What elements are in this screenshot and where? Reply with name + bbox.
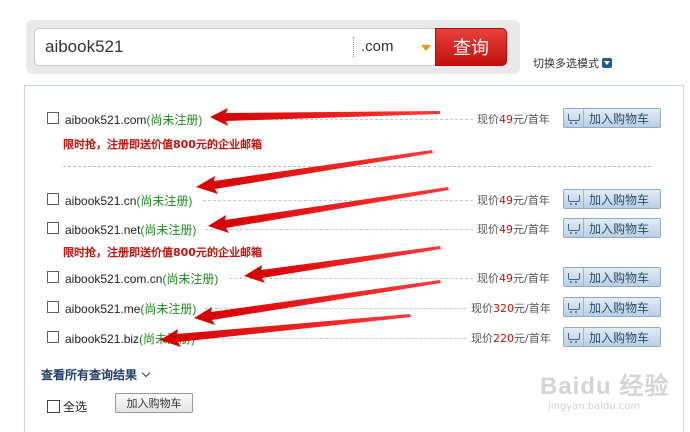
price: 现价49元/首年	[477, 223, 550, 236]
price: 现价220元/首年	[471, 332, 551, 345]
leader-dots	[215, 119, 473, 120]
select-checkbox[interactable]	[47, 271, 59, 283]
select-checkbox[interactable]	[47, 112, 59, 124]
add-to-cart-button[interactable]: 加入购物车	[563, 267, 661, 287]
status-badge: (尚未注册)	[136, 194, 193, 208]
cart-icon	[564, 328, 584, 346]
select-all-label: 全选	[63, 400, 88, 414]
tld-separator	[353, 37, 354, 57]
chevron-down-icon	[141, 368, 151, 377]
result-row-cn: aibook521.cn(尚未注册) 现价49元/首年 加入购物车	[25, 189, 685, 211]
status-badge: (尚未注册)	[139, 332, 196, 346]
price: 现价49元/首年	[477, 113, 550, 126]
result-row-com: aibook521.com(尚未注册) 现价49元/首年 加入购物车	[25, 108, 685, 130]
search-button[interactable]: 查询	[435, 28, 507, 66]
cart-icon	[564, 298, 584, 316]
cart-icon	[564, 268, 584, 286]
leader-dots	[201, 338, 467, 339]
result-row-me: aibook521.me(尚未注册) 现价320元/首年 加入购物车	[25, 297, 685, 319]
search-input[interactable]	[45, 35, 345, 59]
leader-dots	[229, 278, 473, 279]
promo-text: 限时抢，注册即送价值800元的企业邮箱	[63, 246, 262, 259]
price: 现价320元/首年	[471, 302, 551, 315]
domain-name: aibook521.cn(尚未注册)	[65, 194, 193, 208]
select-all-checkbox[interactable]	[47, 400, 60, 413]
leader-dots	[205, 229, 473, 230]
view-all-label: 查看所有查询结果	[41, 368, 138, 382]
status-badge: (尚未注册)	[140, 223, 197, 237]
cart-icon	[564, 109, 584, 127]
leader-dots	[203, 200, 473, 201]
add-to-cart-button[interactable]: 加入购物车	[563, 218, 661, 238]
arrow-down-icon	[602, 58, 612, 68]
result-row-biz: aibook521.biz(尚未注册) 现价220元/首年 加入购物车	[25, 327, 685, 349]
caret-down-icon[interactable]	[421, 45, 431, 51]
domain-name: aibook521.net(尚未注册)	[65, 223, 197, 237]
select-checkbox[interactable]	[47, 222, 59, 234]
select-checkbox[interactable]	[47, 331, 59, 343]
status-badge: (尚未注册)	[162, 272, 219, 286]
cart-icon	[564, 219, 584, 237]
add-to-cart-button[interactable]: 加入购物车	[563, 189, 661, 209]
price: 现价49元/首年	[477, 272, 550, 285]
cart-icon	[564, 190, 584, 208]
leader-dots	[205, 308, 467, 309]
search-box: .com	[34, 28, 442, 66]
tld-select[interactable]: .com	[361, 38, 394, 55]
promo-text: 限时抢，注册即送价值800元的企业邮箱	[63, 138, 262, 151]
price: 现价49元/首年	[477, 194, 550, 207]
add-to-cart-button[interactable]: 加入购物车	[563, 297, 661, 317]
result-row-com-cn: aibook521.com.cn(尚未注册) 现价49元/首年 加入购物车	[25, 267, 685, 289]
baidu-watermark: Baidu 经验 jingyan.baidu.com	[540, 366, 680, 421]
add-to-cart-button[interactable]: 加入购物车	[563, 108, 661, 128]
domain-name: aibook521.me(尚未注册)	[65, 302, 197, 316]
divider	[63, 166, 651, 167]
domain-name: aibook521.com(尚未注册)	[65, 113, 203, 127]
domain-name: aibook521.com.cn(尚未注册)	[65, 272, 219, 286]
watermark-url: jingyan.baidu.com	[548, 401, 641, 412]
select-checkbox[interactable]	[47, 301, 59, 313]
multi-select-mode-toggle[interactable]: 切换多选模式	[533, 55, 612, 71]
multi-mode-label: 切换多选模式	[533, 57, 599, 70]
domain-name: aibook521.biz(尚未注册)	[65, 332, 196, 346]
select-checkbox[interactable]	[47, 193, 59, 205]
status-badge: (尚未注册)	[146, 113, 203, 127]
add-to-cart-button[interactable]: 加入购物车	[563, 327, 661, 347]
add-selected-to-cart-button[interactable]: 加入购物车	[115, 393, 193, 413]
view-all-results-link[interactable]: 查看所有查询结果	[41, 366, 151, 383]
watermark-logo: Baidu 经验	[540, 373, 670, 400]
status-badge: (尚未注册)	[140, 302, 197, 316]
result-row-net: aibook521.net(尚未注册) 现价49元/首年 加入购物车	[25, 218, 685, 240]
